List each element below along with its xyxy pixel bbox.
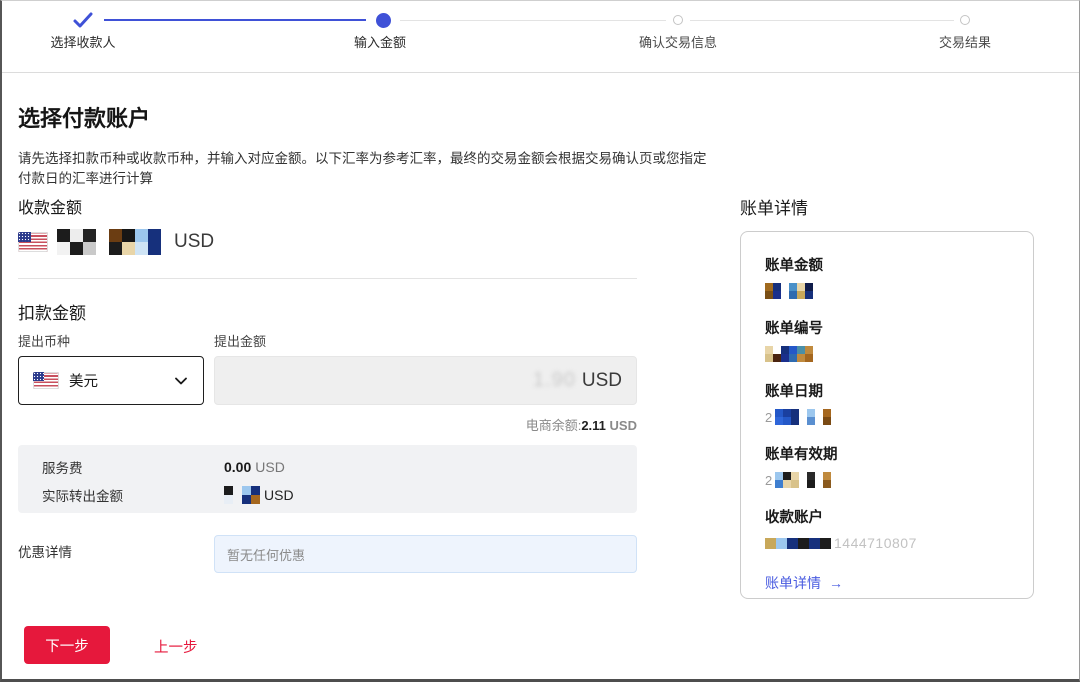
promo-label: 优惠详情 bbox=[18, 545, 72, 560]
actual-transfer-row: 实际转出金额 USD bbox=[42, 485, 294, 505]
chevron-down-icon bbox=[175, 377, 187, 384]
bill-amount-redacted-value bbox=[765, 283, 813, 299]
bill-validity-item: 账单有效期 2 bbox=[765, 443, 1009, 488]
bill-number-label: 账单编号 bbox=[765, 321, 823, 337]
bill-details-link[interactable]: 账单详情 → bbox=[765, 573, 1009, 593]
step-label-result[interactable]: 交易结果 bbox=[900, 32, 1030, 51]
balance-value: 2.11 bbox=[581, 418, 606, 433]
stepper-line-pending-1 bbox=[400, 20, 666, 21]
bill-validity-prefix: 2 bbox=[765, 472, 773, 488]
receive-amount-row: USD bbox=[18, 228, 214, 256]
bill-date-redacted-value bbox=[775, 409, 832, 425]
app-window: 选择收款人 输入金额 确认交易信息 交易结果 选择付款账户 请先选择扣款币种或收… bbox=[0, 0, 1080, 682]
step-label-select-payee[interactable]: 选择收款人 bbox=[18, 32, 148, 51]
us-flag-icon bbox=[33, 372, 59, 389]
progress-stepper: 选择收款人 输入金额 确认交易信息 交易结果 bbox=[2, 1, 1079, 73]
bill-validity-label: 账单有效期 bbox=[765, 447, 838, 463]
bill-number-item: 账单编号 bbox=[765, 317, 1009, 362]
page-subtitle: 请先选择扣款币种或收款币种，并输入对应金额。以下汇率为参考汇率，最终的交易金额会… bbox=[18, 151, 707, 186]
receiving-account-label: 收款账户 bbox=[765, 510, 823, 526]
bill-date-label: 账单日期 bbox=[765, 384, 823, 400]
bill-details-title: 账单详情 bbox=[740, 199, 808, 218]
section-divider bbox=[18, 278, 637, 279]
bill-amount-item: 账单金额 bbox=[765, 254, 1009, 299]
bill-date-item: 账单日期 2 bbox=[765, 380, 1009, 425]
previous-step-link[interactable]: 上一步 bbox=[154, 636, 198, 657]
withdraw-currency-label: 提出币种 bbox=[18, 334, 71, 349]
arrow-right-icon: → bbox=[829, 575, 843, 591]
next-step-button[interactable]: 下一步 bbox=[24, 626, 110, 664]
withdraw-amount-redacted-value: 1.90 bbox=[532, 369, 576, 391]
bill-details-card: 账单金额 账单编号 账单日期 2 账单有效期 2 收款账户 1444710807… bbox=[740, 231, 1034, 599]
stepper-line-done bbox=[104, 19, 366, 21]
fees-panel: 服务费 0.00 USD 实际转出金额 USD bbox=[18, 445, 637, 513]
step-active-dot-icon[interactable] bbox=[376, 13, 391, 28]
balance-line: 电商余额:2.11 USD bbox=[214, 415, 637, 434]
actual-transfer-redacted-value bbox=[224, 486, 260, 504]
withdraw-amount-currency: USD bbox=[581, 369, 622, 391]
currency-select[interactable]: 美元 bbox=[18, 356, 204, 405]
bill-date-prefix: 2 bbox=[765, 409, 773, 425]
actual-transfer-label: 实际转出金额 bbox=[42, 489, 123, 504]
step-label-enter-amount[interactable]: 输入金额 bbox=[315, 32, 445, 51]
bill-details-link-label: 账单详情 bbox=[765, 575, 821, 591]
step-pending-circle-icon[interactable] bbox=[960, 15, 970, 25]
stepper-line-pending-2 bbox=[690, 20, 954, 21]
step-done-check-icon[interactable] bbox=[71, 8, 95, 32]
currency-select-value: 美元 bbox=[69, 374, 98, 390]
service-fee-row: 服务费 0.00 USD bbox=[42, 457, 285, 477]
withdraw-amount-label: 提出金额 bbox=[214, 334, 267, 349]
receiving-account-suffix: 1444710807 bbox=[834, 535, 917, 551]
receiving-account-redacted-value bbox=[765, 537, 831, 549]
receive-amount-redacted-value bbox=[57, 229, 161, 255]
receiving-account-item: 收款账户 1444710807 bbox=[765, 506, 1009, 551]
balance-label: 电商余额: bbox=[525, 418, 582, 433]
balance-currency: USD bbox=[609, 418, 637, 433]
receive-amount-label: 收款金额 bbox=[18, 200, 83, 217]
step-label-confirm-info[interactable]: 确认交易信息 bbox=[598, 32, 758, 51]
us-flag-icon bbox=[18, 232, 48, 252]
bill-validity-redacted-value bbox=[775, 472, 832, 488]
page-title: 选择付款账户 bbox=[18, 106, 151, 131]
service-fee-label: 服务费 bbox=[42, 461, 83, 476]
promo-box: 暂无任何优惠 bbox=[214, 535, 637, 573]
promo-empty-text: 暂无任何优惠 bbox=[227, 547, 306, 563]
service-fee-value: 0.00 bbox=[224, 459, 252, 475]
bill-amount-label: 账单金额 bbox=[765, 258, 823, 274]
bill-number-redacted-value bbox=[765, 346, 813, 362]
actual-transfer-currency: USD bbox=[264, 487, 294, 503]
withdraw-amount-input[interactable]: 1.90 USD bbox=[214, 356, 637, 405]
step-pending-circle-icon[interactable] bbox=[673, 15, 683, 25]
deduct-amount-label: 扣款金额 bbox=[18, 304, 86, 323]
receive-currency-label: USD bbox=[174, 231, 215, 252]
service-fee-currency: USD bbox=[255, 459, 285, 475]
